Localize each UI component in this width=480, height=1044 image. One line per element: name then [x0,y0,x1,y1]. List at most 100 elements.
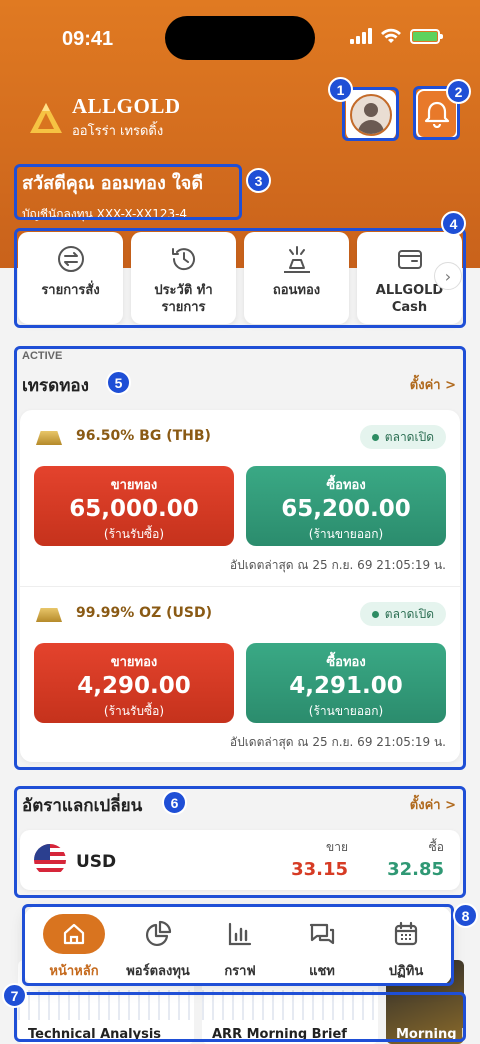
trade-settings-link[interactable]: ตั้งค่า > [410,374,456,395]
sell-sub: (ร้านรับซื้อ) [103,527,165,541]
buy-sub: (ร้านขายออก) [308,527,384,541]
sell-label: ขายทอง [110,478,158,493]
market-status-label: ตลาดเปิด [384,606,434,621]
buy-gold-button[interactable]: ซื้อทอง 65,200.00 (ร้านขายออก) [246,466,446,546]
gold-bar-icon [36,431,62,445]
buy-sub: (ร้านขายออก) [308,704,384,718]
tab-portfolio[interactable]: พอร์ตลงทุน [116,906,200,986]
active-tag: ACTIVE [22,350,63,362]
sell-gold-button[interactable]: ขายทอง 4,290.00 (ร้านรับซื้อ) [34,643,234,723]
annotation-marker-5: 5 [106,370,131,395]
signal-icon [350,28,372,44]
currency-row[interactable]: USD ขาย 33.15 ซื้อ 32.85 [20,830,460,890]
sell-price: 4,290.00 [77,673,191,699]
news-title: Morning Ne [396,1027,464,1042]
chevron-right-icon: › [444,266,452,286]
bar-chart-icon [209,914,271,954]
dynamic-island [165,16,315,60]
exchange-rate-section: อัตราแลกเปลี่ยน ตั้งค่า > USD ขาย 33.15 … [16,788,464,896]
fx-buy-label: ซื้อ [428,840,444,854]
sell-sub: (ร้านรับซื้อ) [103,704,165,718]
tab-chat[interactable]: แชท [280,906,364,986]
quick-actions-next-button[interactable]: › [434,262,462,290]
quick-action-label: ถอนทอง [272,283,321,298]
tab-label: ปฏิทิน [388,964,424,979]
pie-chart-icon [127,914,189,954]
quick-action-orders[interactable]: รายการสั่ง [18,232,123,324]
wifi-icon [381,28,401,43]
trade-card: 96.50% BG (THB) ตลาดเปิด ขายทอง 65,000.0… [20,410,460,762]
quick-action-label: ประวัติ ทำรายการ [154,283,213,315]
quick-action-history[interactable]: ประวัติ ทำรายการ [131,232,236,324]
product-name: 99.99% OZ (USD) [76,605,212,621]
market-status-label: ตลาดเปิด [384,429,434,444]
annotation-marker-1: 1 [328,77,353,102]
chart-thumbnail [202,990,378,1020]
tab-label: กราฟ [224,964,256,979]
quick-action-label: รายการสั่ง [41,283,100,298]
gold-bar-icon [36,608,62,622]
last-updated: อัปเดตล่าสุด ณ 25 ก.ย. 69 21:05:19 น. [229,558,446,572]
brand-name: ALLGOLD [72,94,181,118]
annotation-marker-7: 7 [2,983,27,1008]
tab-calendar[interactable]: ปฏิทิน [364,906,448,986]
news-title: ARR Morning Brief [212,1027,347,1042]
product-row-oz: 99.99% OZ (USD) ตลาดเปิด ขายทอง 4,290.00… [20,586,460,762]
buy-label: ซื้อทอง [326,655,366,670]
fx-buy: ซื้อ 32.85 [387,838,444,880]
tab-label: แชท [309,964,335,979]
home-icon [43,914,105,954]
quick-action-withdraw-gold[interactable]: ถอนทอง [244,232,349,324]
brand-tagline: ออโรร่า เทรดดิ้ง [72,124,164,139]
buy-gold-button[interactable]: ซื้อทอง 4,291.00 (ร้านขายออก) [246,643,446,723]
history-icon [171,248,195,271]
product-row-bg: 96.50% BG (THB) ตลาดเปิด ขายทอง 65,000.0… [20,410,460,586]
sell-label: ขายทอง [110,655,158,670]
allgold-logo-icon [30,102,62,133]
fx-sell-value: 33.15 [291,859,348,880]
sell-price: 65,000.00 [69,496,199,522]
avatar [350,94,392,136]
chart-thumbnail [18,990,194,1020]
sell-gold-button[interactable]: ขายทอง 65,000.00 (ร้านรับซื้อ) [34,466,234,546]
account-number: บัญชีนักลงทุน XXX-X-XX123-4 [22,207,188,221]
currency-code: USD [76,852,117,872]
exchange-settings-link[interactable]: ตั้งค่า > [410,794,456,815]
quick-actions: รายการสั่ง ประวัติ ทำรายการ ถอนทอง ALLGO… [18,232,462,324]
fx-buy-value: 32.85 [387,859,444,880]
fx-sell: ขาย 33.15 [291,838,348,880]
greeting-title: สวัสดีคุณ ออมทอง ใจดี [22,173,204,194]
brand-logo: ALLGOLD ออโรร่า เทรดดิ้ง [28,94,181,141]
tab-chart[interactable]: กราฟ [198,906,282,986]
product-name: 96.50% BG (THB) [76,428,211,444]
status-time: 09:41 [62,28,114,50]
status-dot-icon [371,610,379,618]
annotation-marker-4: 4 [441,211,466,236]
tab-label: หน้าหลัก [49,964,99,979]
market-status-badge: ตลาดเปิด [359,602,446,626]
news-title: Technical Analysis [28,1027,162,1042]
trade-gold-section: ACTIVE เทรดทอง ตั้งค่า > 96.50% BG (THB)… [16,348,464,768]
last-updated: อัปเดตล่าสุด ณ 25 ก.ย. 69 21:05:19 น. [229,735,446,749]
wallet-icon [397,250,422,269]
buy-price: 4,291.00 [289,673,403,699]
gold-withdraw-icon [283,246,310,273]
tab-home[interactable]: หน้าหลัก [32,906,116,986]
exchange-rate-title: อัตราแลกเปลี่ยน [22,796,143,816]
fx-sell-label: ขาย [326,840,348,854]
annotation-marker-6: 6 [162,790,187,815]
profile-button[interactable] [346,90,396,140]
us-flag-icon [34,844,66,876]
trade-section-title: เทรดทอง [22,376,89,396]
bell-icon [424,101,450,128]
calendar-icon [375,914,437,954]
annotation-marker-8: 8 [453,903,478,928]
buy-price: 65,200.00 [281,496,411,522]
chat-icon [291,914,353,954]
greeting-block: สวัสดีคุณ ออมทอง ใจดี บัญชีนักลงทุน XXX-… [22,168,203,224]
annotation-marker-3: 3 [246,168,271,193]
bottom-tab-bar: หน้าหลัก พอร์ตลงทุน กราฟ แชท ปฏิทิน [24,906,452,986]
exchange-icon [57,246,84,272]
buy-label: ซื้อทอง [326,478,366,493]
status-dot-icon [371,433,379,441]
